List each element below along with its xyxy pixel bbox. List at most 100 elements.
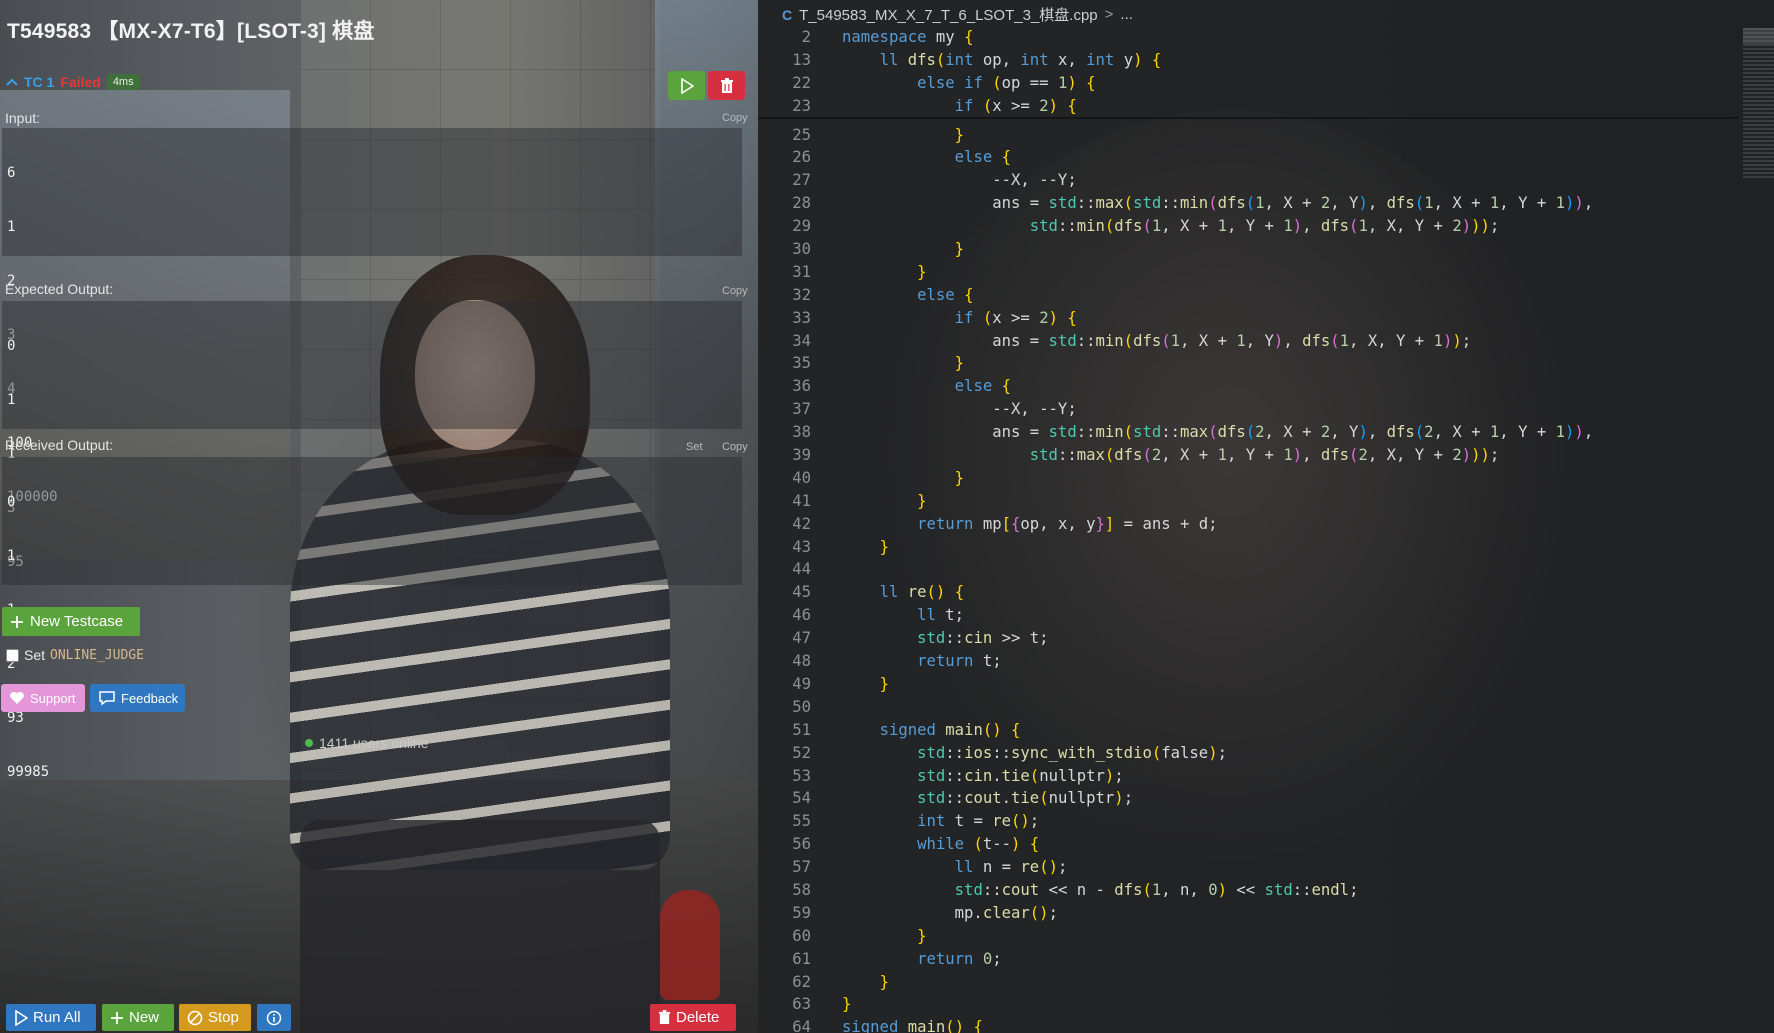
input-line: 1	[7, 219, 16, 235]
code-text: ans = std::min(std::max(dfs(2, X + 2, Y)…	[842, 423, 1594, 442]
expected-copy-button[interactable]: Copy	[722, 285, 748, 297]
code-line[interactable]: 64 signed main() {	[758, 1016, 1738, 1033]
code-line[interactable]: 62 }	[758, 971, 1738, 994]
code-text: std::cin.tie(nullptr);	[917, 766, 1124, 785]
input-copy-button[interactable]: Copy	[722, 112, 748, 124]
code-text: else {	[954, 377, 1012, 396]
code-line[interactable]: 29 std::min(dfs(1, X + 1, Y + 1), dfs(1,…	[758, 215, 1738, 238]
code-text: signed main() {	[842, 1018, 983, 1033]
code-text: ll n = re();	[954, 858, 1068, 877]
code-line[interactable]: 44	[758, 558, 1738, 581]
line-number: 44	[792, 560, 811, 579]
code-line[interactable]: 35 }	[758, 352, 1738, 375]
code-line[interactable]: 27 --X, --Y;	[758, 169, 1738, 192]
problem-title: T549583 【MX-X7-T6】[LSOT-3] 棋盘	[7, 20, 375, 43]
info-icon	[266, 1010, 282, 1026]
minimap-slider[interactable]	[1743, 28, 1774, 44]
code-line[interactable]: 40 }	[758, 467, 1738, 490]
code-line[interactable]: 61 return 0;	[758, 948, 1738, 971]
breadcrumb-separator: >	[1104, 6, 1114, 23]
line-number: 52	[792, 743, 811, 762]
online-users-status: 1411 users online	[305, 735, 428, 751]
received-line: 1	[7, 548, 16, 564]
code-line[interactable]: 54 std::cout.tie(nullptr);	[758, 787, 1738, 810]
code-line[interactable]: 58 std::cout << n - dfs(1, n, 0) << std:…	[758, 879, 1738, 902]
code-line[interactable]: 2 namespace my {	[758, 26, 1738, 49]
code-line[interactable]: 51 signed main() {	[758, 719, 1738, 742]
chevron-up-icon[interactable]	[6, 77, 18, 87]
info-button[interactable]	[257, 1004, 291, 1031]
code-line[interactable]: 25 }	[758, 124, 1738, 147]
online-judge-checkbox[interactable]	[6, 648, 19, 662]
code-line[interactable]: 34 ans = std::min(dfs(1, X + 1, Y), dfs(…	[758, 330, 1738, 353]
new-button[interactable]: New	[102, 1004, 174, 1031]
code-line[interactable]: 60 }	[758, 925, 1738, 948]
code-line[interactable]: 39 std::max(dfs(2, X + 1, Y + 1), dfs(2,…	[758, 444, 1738, 467]
code-text: else {	[917, 285, 974, 304]
stop-button[interactable]: Stop	[179, 1004, 251, 1031]
line-number: 54	[792, 789, 811, 808]
code-line[interactable]: 36 else {	[758, 375, 1738, 398]
minimap[interactable]	[1743, 28, 1774, 178]
code-line[interactable]: 43 }	[758, 536, 1738, 559]
expected-output-label: Expected Output:	[5, 281, 114, 297]
line-number: 28	[792, 194, 811, 213]
code-line[interactable]: 23 if (x >= 2) {	[758, 95, 1738, 118]
code-text: if (x >= 2) {	[954, 308, 1077, 327]
play-icon	[680, 77, 694, 94]
code-line[interactable]: 45 ll re() {	[758, 581, 1738, 604]
delete-testcase-button[interactable]	[708, 71, 745, 100]
code-line[interactable]: 59 mp.clear();	[758, 902, 1738, 925]
code-line[interactable]: 30 }	[758, 238, 1738, 261]
code-line[interactable]: 31 }	[758, 261, 1738, 284]
code-area[interactable]: 2 namespace my {13 ll dfs(int op, int x, …	[758, 26, 1738, 1033]
code-line[interactable]: 37 --X, --Y;	[758, 398, 1738, 421]
breadcrumb-file[interactable]: T_549583_MX_X_7_T_6_LSOT_3_棋盘.cpp	[799, 4, 1098, 25]
received-output-box[interactable]: 0 1 1 2 93 99985	[2, 457, 742, 780]
code-line[interactable]: 46 ll t;	[758, 604, 1738, 627]
code-text: }	[917, 262, 927, 281]
code-line[interactable]: 52 std::ios::sync_with_stdio(false);	[758, 742, 1738, 765]
expected-output-box[interactable]: 0 1 1 3 95 99989	[2, 301, 742, 624]
code-text: }	[917, 926, 927, 945]
input-box[interactable]: 6 1 2 3 4 100 100000	[2, 128, 742, 505]
code-text: return t;	[917, 652, 1002, 671]
code-line[interactable]: 48 return t;	[758, 650, 1738, 673]
received-set-button[interactable]: Set	[686, 441, 703, 453]
code-line[interactable]: 53 std::cin.tie(nullptr);	[758, 765, 1738, 788]
code-line[interactable]: 63}	[758, 993, 1738, 1016]
code-line[interactable]: 57 ll n = re();	[758, 856, 1738, 879]
delete-all-button[interactable]: Delete	[650, 1004, 736, 1031]
support-button[interactable]: Support	[1, 684, 85, 712]
line-number: 40	[792, 468, 811, 487]
code-line[interactable]: 28 ans = std::max(std::min(dfs(1, X + 2,…	[758, 192, 1738, 215]
run-testcase-button[interactable]	[668, 71, 705, 100]
trash-icon	[658, 1010, 671, 1025]
testcase-panel: T549583 【MX-X7-T6】[LSOT-3] 棋盘 TC 1 Faile…	[0, 0, 758, 1033]
code-line[interactable]: 33 if (x >= 2) {	[758, 307, 1738, 330]
code-line[interactable]: 32 else {	[758, 284, 1738, 307]
line-number: 48	[792, 652, 811, 671]
code-line[interactable]: 55 int t = re();	[758, 810, 1738, 833]
received-output-label: Received Output:	[5, 437, 114, 453]
testcase-header[interactable]: TC 1 Failed 4ms	[6, 74, 140, 90]
code-line[interactable]: 26 else {	[758, 146, 1738, 169]
received-copy-button[interactable]: Copy	[722, 441, 748, 453]
code-editor[interactable]: C T_549583_MX_X_7_T_6_LSOT_3_棋盘.cpp > ..…	[758, 0, 1774, 1033]
code-line[interactable]: 13 ll dfs(int op, int x, int y) {	[758, 49, 1738, 72]
code-line[interactable]: 49 }	[758, 673, 1738, 696]
code-line[interactable]: 47 std::cin >> t;	[758, 627, 1738, 650]
code-line[interactable]: 50	[758, 696, 1738, 719]
code-line[interactable]: 38 ans = std::min(std::max(dfs(2, X + 2,…	[758, 421, 1738, 444]
run-all-button[interactable]: Run All	[6, 1004, 96, 1031]
code-line[interactable]: 42 return mp[{op, x, y}] = ans + d;	[758, 513, 1738, 536]
line-number: 33	[792, 308, 811, 327]
code-line[interactable]: 56 while (t--) {	[758, 833, 1738, 856]
code-text: std::cout << n - dfs(1, n, 0) << std::en…	[954, 880, 1359, 899]
code-line[interactable]: 41 }	[758, 490, 1738, 513]
code-line[interactable]: 22 else if (op == 1) {	[758, 72, 1738, 95]
code-text: }	[954, 240, 965, 259]
new-testcase-button[interactable]: New Testcase	[2, 607, 140, 636]
feedback-button[interactable]: Feedback	[90, 684, 185, 712]
breadcrumb-more[interactable]: ...	[1120, 6, 1133, 23]
